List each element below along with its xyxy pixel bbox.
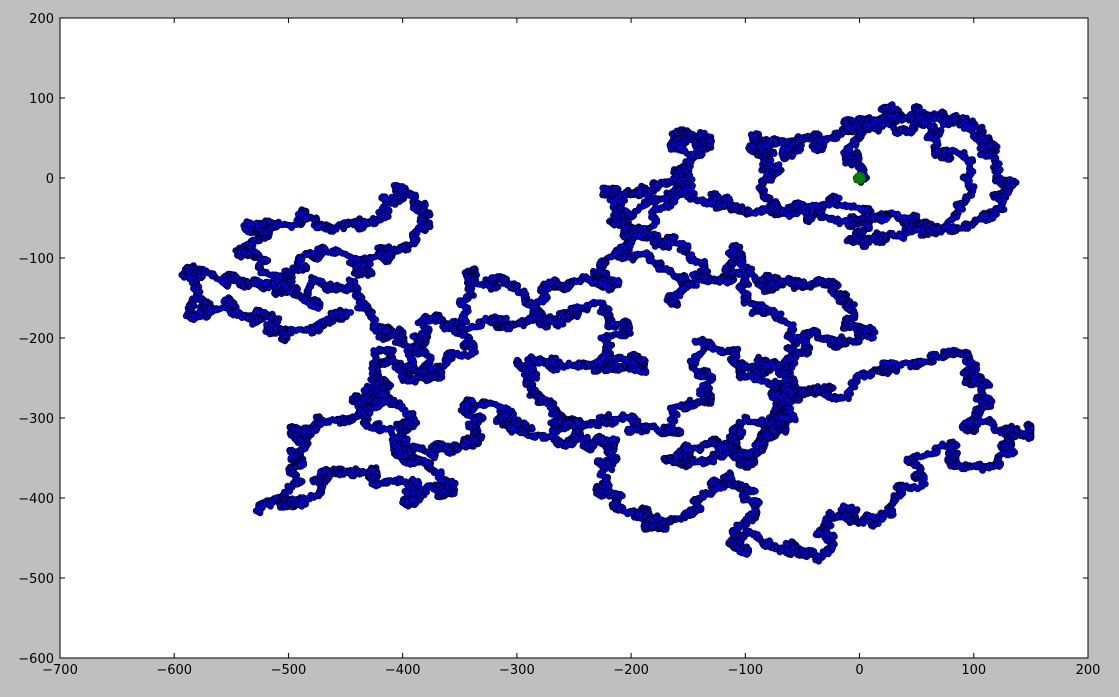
random-walk-scatter-chart: −700 −600 −500 −400 −300 −200 −100 0 100 200 2001…	[18, 12, 1100, 678]
figure: −700 −600 −500 −400 −300 −200 −100 0 100 200 200 1…	[0, 0, 1119, 692]
